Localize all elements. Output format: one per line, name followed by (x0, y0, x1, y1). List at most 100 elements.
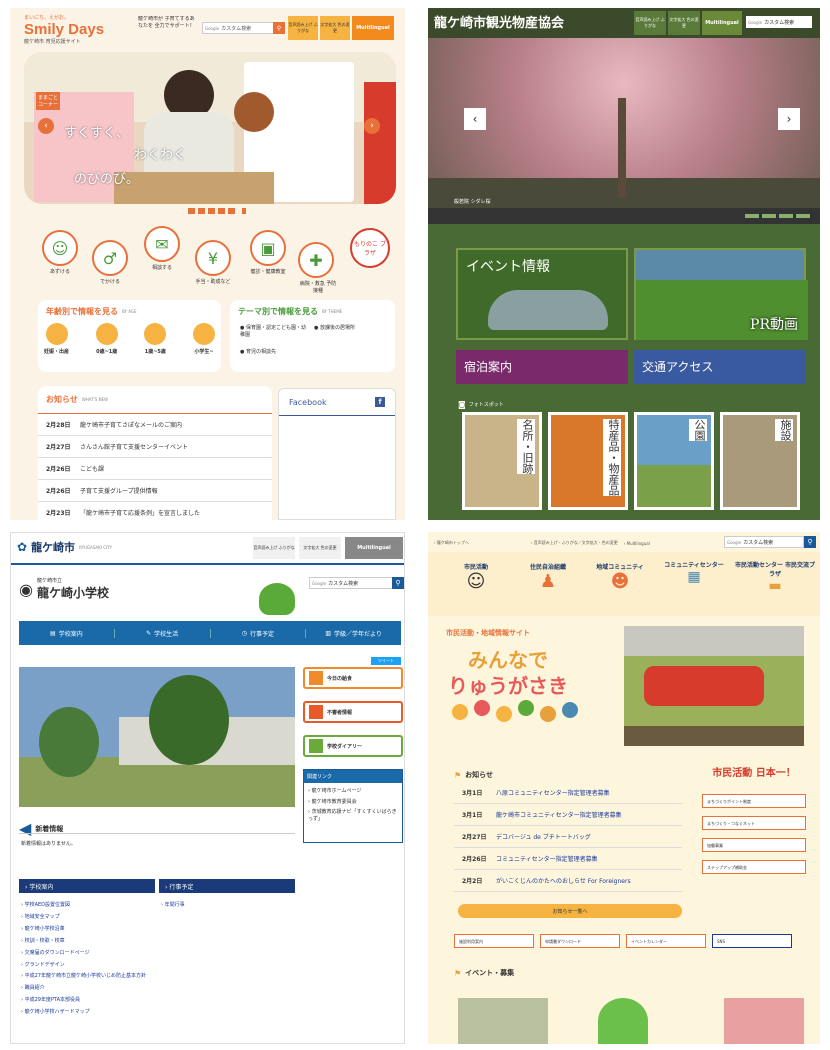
list-item[interactable]: › 年間行事 (161, 899, 295, 911)
facebook-icon[interactable]: f (375, 397, 385, 407)
nav-item-teate[interactable]: ¥ 手当・助成など (195, 240, 231, 285)
search-box[interactable]: Google カスタム検索 (202, 22, 284, 34)
top-link-home[interactable]: › 龍ケ崎市トップへ (434, 540, 469, 546)
event-photo[interactable] (724, 998, 804, 1044)
slider-dots[interactable] (188, 208, 246, 214)
news-row[interactable]: 3月1日 龍ケ崎市コミュニティセンター指定管理者募集 (454, 804, 682, 826)
list-item[interactable]: › 平成29年度PTA本部役員 (21, 994, 155, 1006)
nav-center[interactable]: コミュニティセンター ▦ (664, 560, 724, 585)
news-row[interactable]: 2月26日 こども課 (38, 458, 272, 480)
voice-button[interactable]: 音声読み上げ ふりがな (253, 537, 295, 559)
mascot-image[interactable] (598, 998, 648, 1044)
stay-button[interactable]: 宿泊案内 (456, 350, 628, 384)
news-row[interactable]: 2月27日 デコバージュ de ブチトートバッグ (454, 826, 682, 848)
nav-item-soudan[interactable]: ✉ 相談する (144, 226, 180, 271)
nav-school-life[interactable]: ✎ 学校生活 (115, 628, 211, 638)
tweet-button[interactable]: ツイート (371, 657, 401, 665)
side-lunch[interactable]: 今日の給食 (303, 667, 403, 689)
prev-arrow-icon[interactable]: ‹ (464, 108, 486, 130)
slider-dot[interactable] (208, 208, 215, 214)
slider-dot[interactable] (779, 214, 793, 218)
nav-item-kenshin[interactable]: ▣ 健診・健康教室 (250, 230, 286, 275)
multilingual-button[interactable]: Multilingual (702, 11, 742, 35)
school-logo[interactable]: ◉ 龍ケ崎市立 龍ケ崎小学校 (19, 577, 109, 601)
search-icon[interactable]: ⚲ (392, 577, 404, 589)
city-logo[interactable]: ✿ 龍ケ崎市 RYUGASAKI CITY (17, 539, 112, 555)
list-item[interactable]: › 龍ケ崎小学校ハザードマップ (21, 1006, 155, 1018)
slider-dot[interactable] (796, 214, 810, 218)
download-button[interactable]: 申請書ダウンロード (540, 934, 620, 948)
event-photo[interactable] (458, 998, 548, 1044)
list-item[interactable]: › グランドデザイン (21, 959, 155, 971)
list-item[interactable]: › 学校AED設置位置図 (21, 899, 155, 911)
slider-dot[interactable] (228, 208, 235, 214)
link-navi[interactable]: › 茨城教育応援ナビ「すくすくいばらきっず」 (304, 805, 402, 823)
theme-item-soudan[interactable]: ● 育児の相談先 (240, 348, 276, 355)
slider-dot[interactable] (218, 208, 225, 214)
age-item[interactable]: 0歳~1歳 (95, 323, 118, 355)
nav-item-dekakeru[interactable]: ♂ でかける (92, 240, 128, 285)
nav-civic[interactable]: 市民活動 ☺ (446, 562, 506, 592)
search-input[interactable]: カスタム検索 (221, 25, 251, 32)
side-diary[interactable]: 学校ダイアリー (303, 735, 403, 757)
side-net[interactable]: まちづくり・つなぐネット (702, 816, 806, 830)
tile-tokusan[interactable]: 特産品・物産品 (548, 412, 628, 510)
list-item[interactable]: › 校訓・校歌・校章 (21, 935, 155, 947)
news-row[interactable]: 2月26日 コミュニティセンター指定管理者募集 (454, 848, 682, 870)
theme-item-hoiku[interactable]: ● 保育園・認定こども園・幼稚園 (240, 324, 310, 338)
tile-meisho[interactable]: 名所・旧跡 (462, 412, 542, 510)
search-icon[interactable]: ⚲ (273, 22, 285, 34)
search-box[interactable]: Google カスタム検索 (724, 536, 804, 548)
news-more-button[interactable]: お知らせ一覧へ (458, 904, 682, 918)
list-item[interactable]: › 欠席届のダウンロードページ (21, 947, 155, 959)
slider-dot[interactable] (745, 214, 759, 218)
search-input[interactable]: カスタム検索 (743, 539, 773, 546)
site-title[interactable]: 龍ケ崎市観光物産協会 (434, 12, 564, 31)
list-item[interactable]: › 平成27年龍ケ崎市立龍ケ崎小学校いじめ防止基本方針 (21, 971, 155, 982)
news-row[interactable]: 2月26日 子育て支援グループ提供情報 (38, 480, 272, 502)
sns-button[interactable]: SNS (712, 934, 792, 948)
theme-item-houkago[interactable]: ● 放課後の居場所 (314, 324, 355, 331)
text-size-button[interactable]: 文字拡大 色の変更 (668, 11, 700, 35)
top-link-tools[interactable]: › 音声読み上げ・ふりがな／文字拡大・色の変更 (531, 540, 618, 546)
age-item[interactable]: 1歳~5歳 (144, 323, 167, 355)
search-icon[interactable]: ⚲ (804, 536, 816, 548)
prev-arrow-icon[interactable]: ‹ (38, 118, 54, 134)
search-box[interactable]: Google カスタム検索 (746, 16, 812, 28)
voice-button[interactable]: 音声読み上げ ふりがな (634, 11, 666, 35)
next-arrow-icon[interactable]: › (778, 108, 800, 130)
news-row[interactable]: 2月28日 龍ケ崎市子育てさぽなメールのご案内 (38, 414, 272, 436)
nav-item-byouin[interactable]: ✚ 病院・救急 予防接種 (298, 242, 338, 294)
facility-button[interactable]: 施設利用案内 (454, 934, 534, 948)
search-box[interactable]: Google カスタム検索 (309, 577, 393, 589)
top-link-multilingual[interactable]: › Multilingual (624, 541, 650, 546)
tile-kouen[interactable]: 公園 (634, 412, 714, 510)
slider-dot[interactable] (198, 208, 205, 214)
multilingual-button[interactable]: Multilingual (352, 16, 394, 40)
list-item[interactable]: › 職員紹介 (21, 982, 155, 994)
nav-school-info[interactable]: ▤ 学校案内 (19, 628, 115, 638)
slider-dot[interactable] (188, 208, 195, 214)
side-suspicious[interactable]: 不審者情報 (303, 701, 403, 723)
side-stepup[interactable]: ステップアップ補助金 (702, 860, 806, 874)
list-item[interactable]: › 地域安全マップ (21, 911, 155, 923)
voice-button[interactable]: 音声読み上げ ふりがな (288, 16, 318, 40)
news-row[interactable]: 3月1日 八原コミュニティセンター指定管理者募集 (454, 782, 682, 804)
search-input[interactable]: カスタム検索 (764, 19, 794, 26)
news-row[interactable]: 2月23日 「龍ケ崎市子育て応援条例」を宣言しました (38, 502, 272, 520)
news-row[interactable]: 2月27日 さんさん館子育て支援センターイベント (38, 436, 272, 458)
site-logo[interactable]: まいにち、えがお。 Smily Days 龍ケ崎市 育児応援サイト (24, 14, 104, 45)
nav-plaza[interactable]: 市民活動センター 市民交流プラザ ▬ (734, 560, 816, 594)
multilingual-button[interactable]: Multilingual (345, 537, 403, 559)
news-row[interactable]: 2月2日 がいこくじんのかたへのおしらせ For Foreigners (454, 870, 682, 892)
side-point[interactable]: まちづくりポイント制度 (702, 794, 806, 808)
pr-video-tile[interactable]: PR動画 (634, 248, 808, 340)
text-size-button[interactable]: 文字拡大 色の変更 (299, 537, 341, 559)
text-size-button[interactable]: 文字拡大 色の変更 (320, 16, 350, 40)
nav-item-morinoko[interactable]: もりのこ プラザ (350, 228, 390, 268)
next-arrow-icon[interactable]: › (364, 118, 380, 134)
link-city[interactable]: › 龍ケ崎市ホームページ (304, 783, 402, 794)
calendar-button[interactable]: イベントカレンダー (626, 934, 706, 948)
search-input[interactable]: カスタム検索 (328, 580, 358, 587)
access-button[interactable]: 交通アクセス (634, 350, 806, 384)
